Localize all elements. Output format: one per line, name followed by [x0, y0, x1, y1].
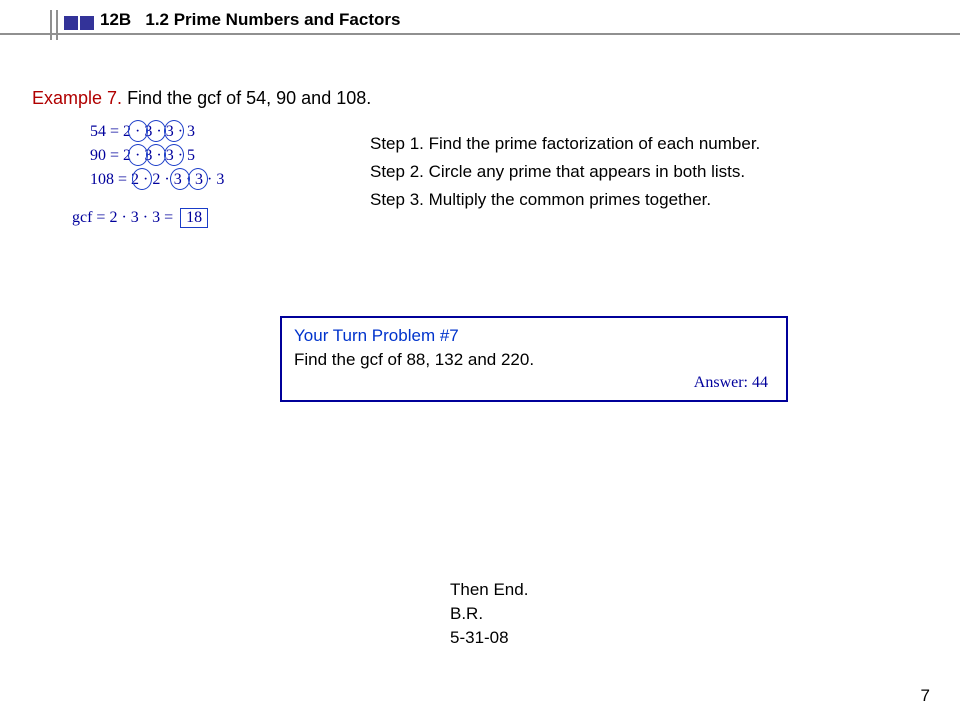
your-turn-title: Your Turn Problem #7	[294, 326, 774, 346]
fact-term: 3	[195, 171, 203, 188]
factorization-block: 54 = 2 · 3 · 3 · 3 90 = 2 · 3 · 3 · 5 10…	[90, 120, 224, 192]
page-number: 7	[921, 686, 930, 706]
factorization-row: 54 = 2 · 3 · 3 · 3	[90, 120, 224, 144]
gcf-answer: 18	[180, 208, 208, 228]
fact-term: 3	[166, 147, 174, 164]
step-item: Step 1. Find the prime factorization of …	[370, 130, 760, 158]
end-line: B.R.	[450, 602, 528, 626]
header-title: 12B 1.2 Prime Numbers and Factors	[100, 10, 400, 30]
header-rule	[0, 33, 960, 35]
slide-header: 12B 1.2 Prime Numbers and Factors	[0, 0, 960, 42]
fact-term: 3	[166, 123, 174, 140]
fact-term: 2	[131, 171, 139, 188]
fact-term: 2	[123, 147, 131, 164]
example-text: Find the gcf of 54, 90 and 108.	[127, 88, 371, 108]
course-code: 12B	[100, 10, 131, 29]
header-bullet-icon	[64, 16, 78, 30]
factorization-row: 108 = 2 · 2 · 3 · 3 · 3	[90, 168, 224, 192]
fact-term: 2	[152, 171, 160, 188]
example-prompt: Example 7. Find the gcf of 54, 90 and 10…	[32, 88, 371, 109]
gcf-result: gcf = 2 · 3 · 3 = 18	[72, 208, 208, 228]
fact-term: 3	[174, 171, 182, 188]
your-turn-box: Your Turn Problem #7 Find the gcf of 88,…	[280, 316, 788, 402]
fact-term: 5	[187, 147, 195, 164]
header-divider	[56, 10, 58, 40]
steps-list: Step 1. Find the prime factorization of …	[370, 130, 760, 214]
fact-term: 2	[123, 123, 131, 140]
your-turn-answer: Answer: 44	[694, 374, 768, 392]
fact-term: 3	[144, 123, 152, 140]
example-label: Example 7.	[32, 88, 122, 108]
step-item: Step 2. Circle any prime that appears in…	[370, 158, 760, 186]
fact-lhs: 108 =	[90, 171, 127, 188]
step-item: Step 3. Multiply the common primes toget…	[370, 186, 760, 214]
end-line: Then End.	[450, 578, 528, 602]
factorization-row: 90 = 2 · 3 · 3 · 5	[90, 144, 224, 168]
header-divider	[50, 10, 52, 40]
fact-lhs: 90 =	[90, 147, 119, 164]
gcf-expression: gcf = 2 · 3 · 3 =	[72, 209, 173, 226]
fact-term: 3	[187, 123, 195, 140]
fact-term: 3	[216, 171, 224, 188]
header-bullet-icon	[80, 16, 94, 30]
end-line: 5-31-08	[450, 626, 528, 650]
fact-lhs: 54 =	[90, 123, 119, 140]
fact-term: 3	[144, 147, 152, 164]
end-note: Then End. B.R. 5-31-08	[450, 578, 528, 650]
your-turn-problem: Find the gcf of 88, 132 and 220.	[294, 350, 774, 370]
section-title: 1.2 Prime Numbers and Factors	[145, 10, 400, 29]
